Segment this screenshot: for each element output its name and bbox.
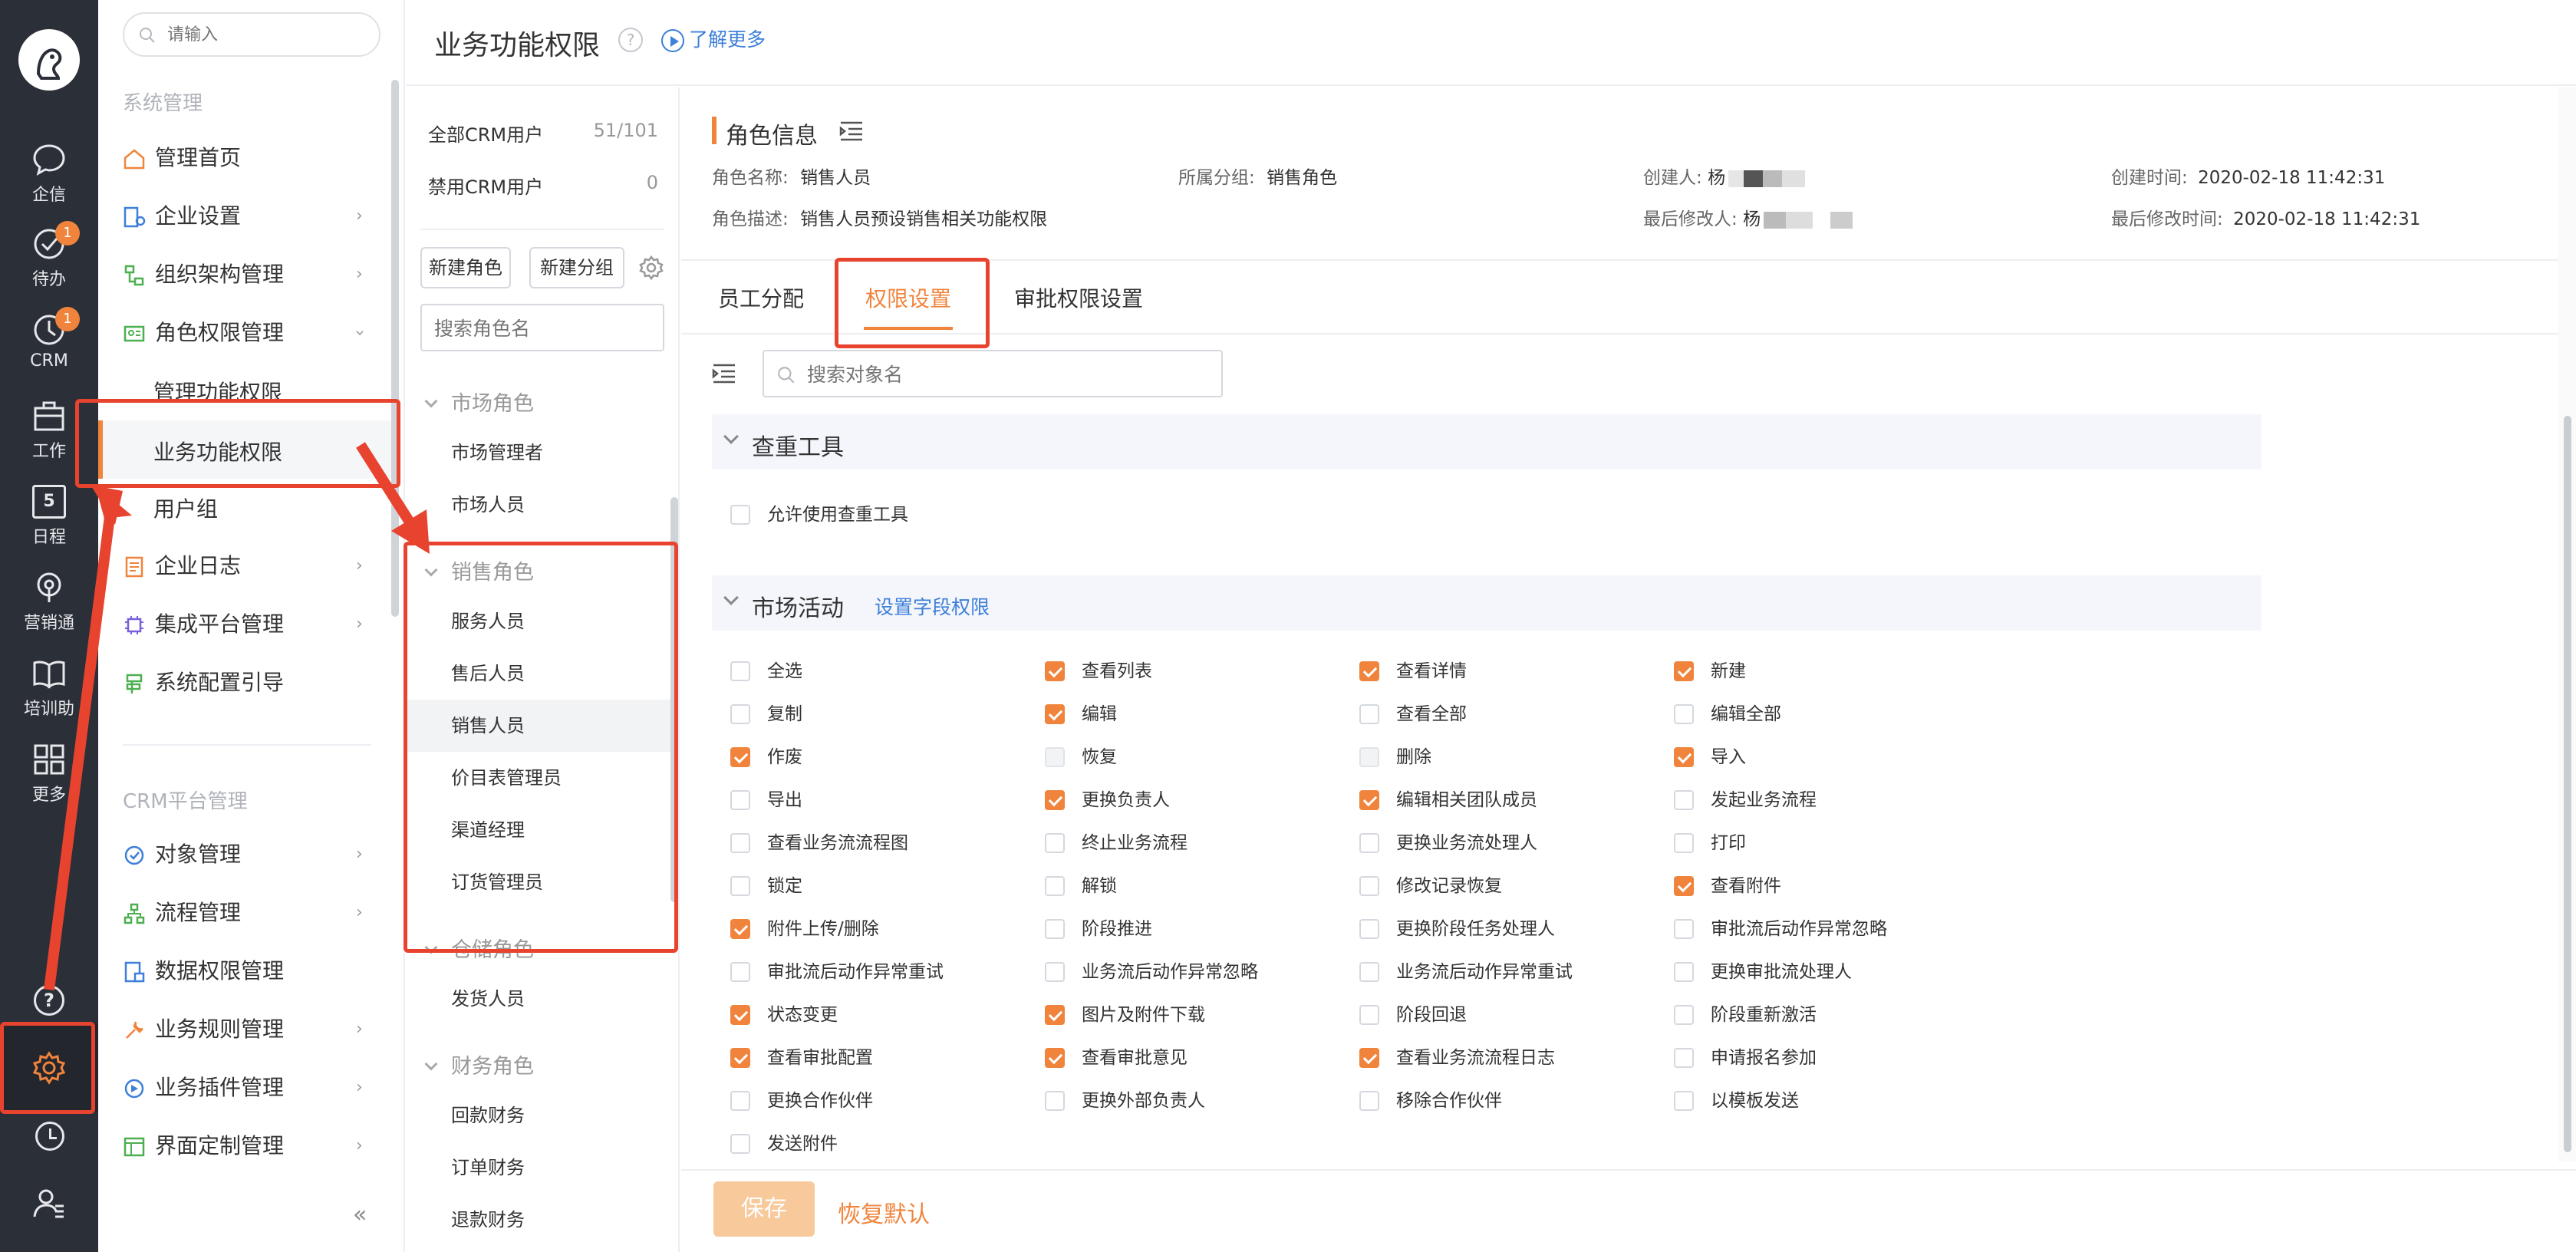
annotation-arrows	[44, 442, 430, 990]
